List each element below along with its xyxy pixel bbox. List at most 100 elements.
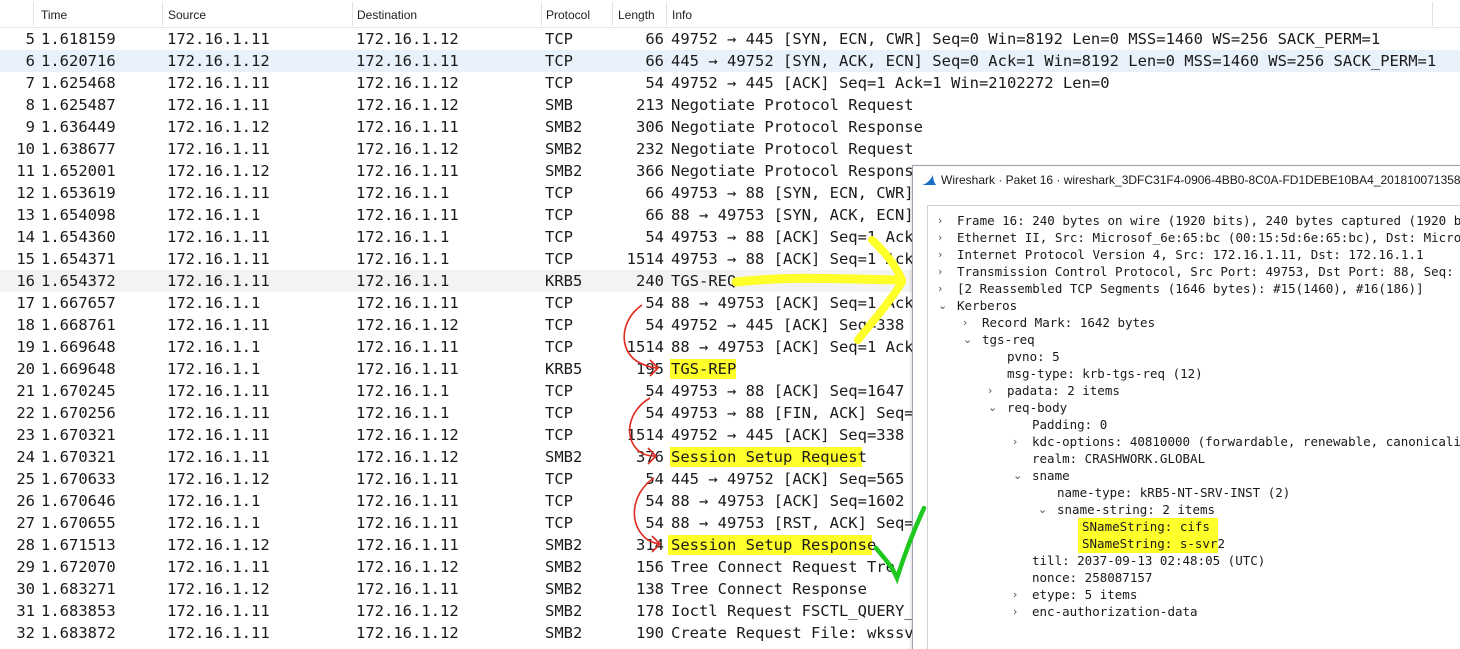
packet-length: 195 — [636, 360, 664, 378]
packet-protocol: SMB2 — [545, 602, 583, 620]
packet-source: 172.16.1.11 — [167, 404, 270, 422]
packet-destination: 172.16.1.1 — [356, 250, 450, 268]
packet-time: 1.683853 — [41, 602, 116, 620]
packet-destination: 172.16.1.11 — [356, 360, 459, 378]
packet-row[interactable]: 9 1.636449 172.16.1.12 172.16.1.11 SMB2 306 Ne… — [0, 116, 1460, 138]
packet-length: 54 — [645, 492, 664, 510]
packet-number: 11 — [16, 162, 35, 180]
packet-info: 88 → 49753 [ACK] Seq=1 Ack= — [671, 294, 923, 312]
packet-info: 88 → 49753 [ACK] Seq=1 Ack= — [671, 338, 923, 356]
column-source[interactable]: Source — [168, 8, 206, 22]
packet-info: Negotiate Protocol Request — [671, 140, 914, 158]
packet-destination: 172.16.1.12 — [356, 30, 459, 48]
collapse-arrow-icon[interactable]: ⌄ — [988, 399, 998, 416]
detail-tree-text: sname — [1032, 468, 1070, 483]
packet-protocol: KRB5 — [545, 272, 583, 290]
column-info[interactable]: Info — [672, 8, 692, 22]
collapse-arrow-icon[interactable]: ⌄ — [938, 297, 948, 314]
packet-destination: 172.16.1.12 — [356, 140, 459, 158]
packet-source: 172.16.1.11 — [167, 316, 270, 334]
packet-number: 23 — [16, 426, 35, 444]
packet-protocol: TCP — [545, 30, 573, 48]
packet-protocol: TCP — [545, 74, 573, 92]
expand-arrow-icon[interactable]: › — [988, 382, 998, 399]
packet-row[interactable]: 8 1.625487 172.16.1.11 172.16.1.12 SMB 213 Neg… — [0, 94, 1460, 116]
packet-row[interactable]: 5 1.618159 172.16.1.11 172.16.1.12 TCP 66 4975… — [0, 28, 1460, 50]
packet-info: 49752 → 445 [SYN, ECN, CWR] Seq=0 Win=81… — [671, 30, 1381, 48]
packet-time: 1.683271 — [41, 580, 116, 598]
packet-info: Session Setup Request — [671, 448, 867, 466]
packet-protocol: TCP — [545, 250, 573, 268]
detail-tree-text: realm: CRASHWORK.GLOBAL — [1032, 451, 1206, 466]
packet-list-header: Time Source Destination Protocol Length … — [0, 0, 1460, 28]
collapse-arrow-icon[interactable]: ⌄ — [1038, 501, 1048, 518]
packet-time: 1.654360 — [41, 228, 116, 246]
window-title[interactable]: Wireshark · Paket 16 · wireshark_3DFC31F… — [913, 166, 1460, 194]
column-destination[interactable]: Destination — [357, 8, 417, 22]
column-length[interactable]: Length — [618, 8, 655, 22]
packet-time: 1.669648 — [41, 360, 116, 378]
packet-number: 6 — [25, 52, 35, 70]
packet-row[interactable]: 10 1.638677 172.16.1.11 172.16.1.12 SMB2 232 N… — [0, 138, 1460, 160]
expand-arrow-icon[interactable]: › — [1013, 586, 1023, 603]
detail-tree-text: Frame 16: 240 bytes on wire (1920 bits),… — [957, 213, 1460, 228]
packet-length: 178 — [636, 602, 664, 620]
packet-destination: 172.16.1.1 — [356, 404, 450, 422]
packet-time: 1.620716 — [41, 52, 116, 70]
packet-length: 66 — [645, 184, 664, 202]
packet-length: 138 — [636, 580, 664, 598]
expand-arrow-icon[interactable]: › — [1013, 603, 1023, 620]
packet-length: 66 — [645, 52, 664, 70]
packet-destination: 172.16.1.12 — [356, 426, 459, 444]
packet-info: Create Request File: wkssvc — [671, 624, 923, 642]
packet-length: 54 — [645, 228, 664, 246]
packet-row[interactable]: 6 1.620716 172.16.1.12 172.16.1.11 TCP 66 445 … — [0, 50, 1460, 72]
packet-length: 306 — [636, 118, 664, 136]
packet-protocol: TCP — [545, 316, 573, 334]
packet-number: 29 — [16, 558, 35, 576]
packet-info: Negotiate Protocol Request — [671, 96, 914, 114]
packet-protocol: TCP — [545, 426, 573, 444]
packet-number: 22 — [16, 404, 35, 422]
window-title-text: Wireshark · Paket 16 · wireshark_3DFC31F… — [941, 173, 1460, 187]
column-protocol[interactable]: Protocol — [546, 8, 590, 22]
expand-arrow-icon[interactable]: › — [1013, 433, 1023, 450]
packet-number: 18 — [16, 316, 35, 334]
detail-tree-text: pvno: 5 — [1007, 349, 1060, 364]
packet-protocol: SMB2 — [545, 624, 583, 642]
wireshark-screenshot: Time Source Destination Protocol Length … — [0, 0, 1460, 649]
expand-arrow-icon[interactable]: › — [938, 246, 948, 263]
expand-arrow-icon[interactable]: › — [963, 314, 973, 331]
collapse-arrow-icon[interactable]: ⌄ — [1013, 467, 1023, 484]
packet-source: 172.16.1.11 — [167, 382, 270, 400]
detail-tree-text: Record Mark: 1642 bytes — [982, 315, 1156, 330]
packet-source: 172.16.1.11 — [167, 558, 270, 576]
packet-protocol: SMB2 — [545, 558, 583, 576]
packet-time: 1.670646 — [41, 492, 116, 510]
packet-source: 172.16.1.12 — [167, 52, 270, 70]
packet-info: Tree Connect Response — [671, 580, 867, 598]
expand-arrow-icon[interactable]: › — [938, 229, 948, 246]
packet-info: Negotiate Protocol Response — [671, 162, 923, 180]
packet-row[interactable]: 7 1.625468 172.16.1.11 172.16.1.12 TCP 54 4975… — [0, 72, 1460, 94]
packet-source: 172.16.1.11 — [167, 272, 270, 290]
packet-info: 49752 → 445 [ACK] Seq=338 A — [671, 316, 923, 334]
collapse-arrow-icon[interactable]: ⌄ — [963, 331, 973, 348]
detail-tree-text: tgs-req — [982, 332, 1035, 347]
expand-arrow-icon[interactable]: › — [938, 212, 948, 229]
packet-info: 445 → 49752 [SYN, ACK, ECN] Seq=0 Ack=1 … — [671, 52, 1437, 70]
packet-info: 49753 → 88 [SYN, ECN, CWR] — [671, 184, 914, 202]
expand-arrow-icon[interactable]: › — [938, 263, 948, 280]
packet-protocol: KRB5 — [545, 360, 583, 378]
packet-length: 54 — [645, 74, 664, 92]
expand-arrow-icon[interactable]: › — [938, 280, 948, 297]
packet-time: 1.653619 — [41, 184, 116, 202]
detail-tree-text: SNameString: cifs — [1082, 519, 1210, 534]
packet-time: 1.636449 — [41, 118, 116, 136]
packet-length: 213 — [636, 96, 664, 114]
packet-detail-window[interactable]: Wireshark · Paket 16 · wireshark_3DFC31F… — [912, 165, 1460, 649]
packet-time: 1.669648 — [41, 338, 116, 356]
column-time[interactable]: Time — [41, 8, 67, 22]
packet-source: 172.16.1.1 — [167, 206, 261, 224]
packet-time: 1.670256 — [41, 404, 116, 422]
